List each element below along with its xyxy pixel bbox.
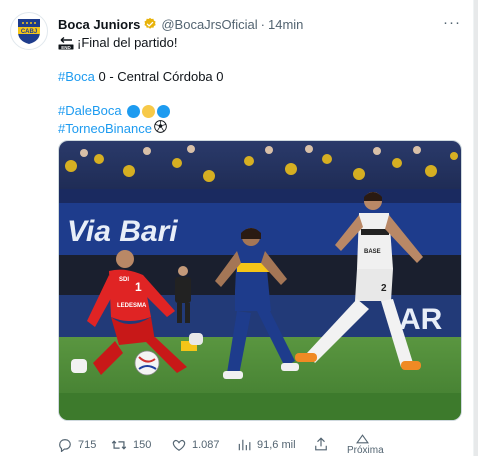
tweet-text: END ¡Final del partido! #Boca 0 - Centra…: [58, 34, 462, 138]
match-photo-image: Via Bari AR 1 LEDESMA SDI BASE 2: [59, 141, 461, 420]
reply-button[interactable]: 715: [58, 438, 96, 452]
more-options-icon[interactable]: ···: [443, 14, 461, 31]
heart-icon: [172, 439, 186, 451]
retweet-button[interactable]: 150: [111, 438, 151, 452]
timestamp[interactable]: 14min: [268, 17, 303, 32]
hashtag-torneobinance[interactable]: #TorneoBinance: [58, 120, 152, 138]
match-photo[interactable]: Via Bari AR 1 LEDESMA SDI BASE 2: [58, 140, 462, 421]
text-line-1: ¡Final del partido!: [77, 35, 178, 50]
keeper-sponsor: LEDESMA: [117, 303, 147, 309]
avatar[interactable]: CABJ: [10, 12, 48, 50]
share-icon: [315, 437, 327, 451]
like-button[interactable]: 1.087: [172, 438, 220, 452]
match-ball: [134, 350, 160, 376]
next-label: Próxima: [347, 445, 384, 456]
tweet-card[interactable]: CABJ Boca Juniors @BocaJrsOficial · 14mi…: [0, 0, 474, 456]
boca-crest-icon: CABJ: [18, 19, 40, 44]
svg-text:END: END: [61, 45, 71, 50]
tweet-actions: 715 150 1.087 91,6 mil Próxima: [58, 434, 462, 456]
score-text: 0 - Central Córdoba 0: [94, 69, 224, 84]
hashtag-daleboca[interactable]: #DaleBoca: [58, 102, 122, 120]
hashtag-boca[interactable]: #Boca: [58, 68, 95, 86]
like-count: 1.087: [192, 439, 220, 451]
retweet-icon: [111, 440, 127, 450]
next-tweet-button[interactable]: Próxima: [347, 434, 384, 456]
banner-text-2: AR: [399, 303, 443, 336]
soccer-ball-icon: [154, 120, 167, 138]
verified-badge-icon: [143, 17, 157, 31]
keeper-number: 1: [135, 280, 142, 294]
author-handle[interactable]: @BocaJrsOficial: [161, 17, 257, 32]
rival-number: 2: [381, 283, 387, 294]
separator: ·: [260, 16, 265, 32]
views-button[interactable]: 91,6 mil: [237, 438, 296, 452]
rival-sponsor: BASE: [364, 249, 381, 255]
blue-circle-icon: [126, 104, 140, 118]
keeper-brand: SDI: [119, 277, 129, 283]
author-name[interactable]: Boca Juniors: [58, 17, 140, 32]
avatar-text: CABJ: [21, 29, 37, 35]
banner-text: Via Bari: [67, 215, 178, 248]
tweet-header: Boca Juniors @BocaJrsOficial · 14min ···: [58, 14, 461, 33]
share-button[interactable]: [314, 436, 334, 452]
end-arrow-icon: END: [58, 36, 74, 50]
views-chart-icon: [238, 439, 251, 451]
views-count: 91,6 mil: [257, 439, 296, 451]
yellow-circle-icon: [141, 104, 155, 118]
triangle-up-icon: [355, 434, 369, 444]
reply-count: 715: [78, 439, 97, 451]
reply-icon: [59, 439, 71, 452]
retweet-count: 150: [133, 439, 152, 451]
blue-circle-icon: [156, 104, 170, 118]
